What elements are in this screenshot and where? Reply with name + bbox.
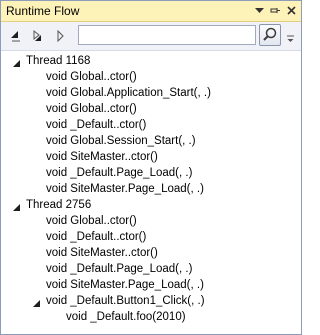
call-node[interactable]: void Global..ctor()	[46, 213, 137, 229]
call-node[interactable]: void SiteMaster.Page_Load(, .)	[46, 277, 204, 293]
expanded-arrow-icon[interactable]	[32, 297, 41, 307]
call-node[interactable]: void _Default.Button1_Click(, .)	[46, 293, 205, 309]
panel-titlebar: Runtime Flow	[1, 1, 301, 22]
call-node[interactable]: void _Default.foo(2010)	[66, 309, 186, 325]
expand-all-icon[interactable]	[31, 28, 47, 44]
thread-node[interactable]: Thread 1168	[26, 53, 90, 69]
call-node[interactable]: void _Default..ctor()	[46, 229, 146, 245]
toolbar-overflow-icon[interactable]	[286, 30, 296, 44]
call-node[interactable]: void Global.Session_Start(, .)	[46, 133, 196, 149]
pin-icon[interactable]	[269, 4, 282, 17]
call-node[interactable]: void Global.Application_Start(, .)	[46, 85, 211, 101]
call-node[interactable]: void _Default..ctor()	[46, 117, 146, 133]
panel-toolbar	[1, 22, 301, 51]
thread-node[interactable]: Thread 2756	[26, 197, 91, 213]
call-node[interactable]: void SiteMaster..ctor()	[46, 245, 158, 261]
call-node[interactable]: void SiteMaster.Page_Load(, .)	[46, 181, 204, 197]
expanded-arrow-icon[interactable]	[12, 57, 21, 67]
search-button[interactable]	[259, 24, 281, 46]
call-tree: Thread 1168 void Global..ctor() void Glo…	[1, 51, 301, 331]
call-node[interactable]: void SiteMaster..ctor()	[46, 149, 158, 165]
search-input[interactable]	[78, 25, 256, 45]
runtime-flow-panel: Runtime Flow Thread 1168 void Global..ct…	[0, 0, 302, 335]
call-node[interactable]: void Global..ctor()	[46, 101, 137, 117]
collapse-all-icon[interactable]	[9, 28, 25, 44]
call-node[interactable]: void Global..ctor()	[46, 69, 137, 85]
expand-icon[interactable]	[53, 28, 69, 44]
expanded-arrow-icon[interactable]	[12, 201, 21, 211]
panel-title: Runtime Flow	[6, 4, 80, 18]
close-icon[interactable]	[285, 4, 298, 17]
search-icon	[263, 27, 277, 41]
call-node[interactable]: void _Default.Page_Load(, .)	[46, 165, 192, 181]
chevron-down-icon[interactable]	[253, 4, 266, 17]
call-node[interactable]: void _Default.Page_Load(, .)	[46, 261, 192, 277]
